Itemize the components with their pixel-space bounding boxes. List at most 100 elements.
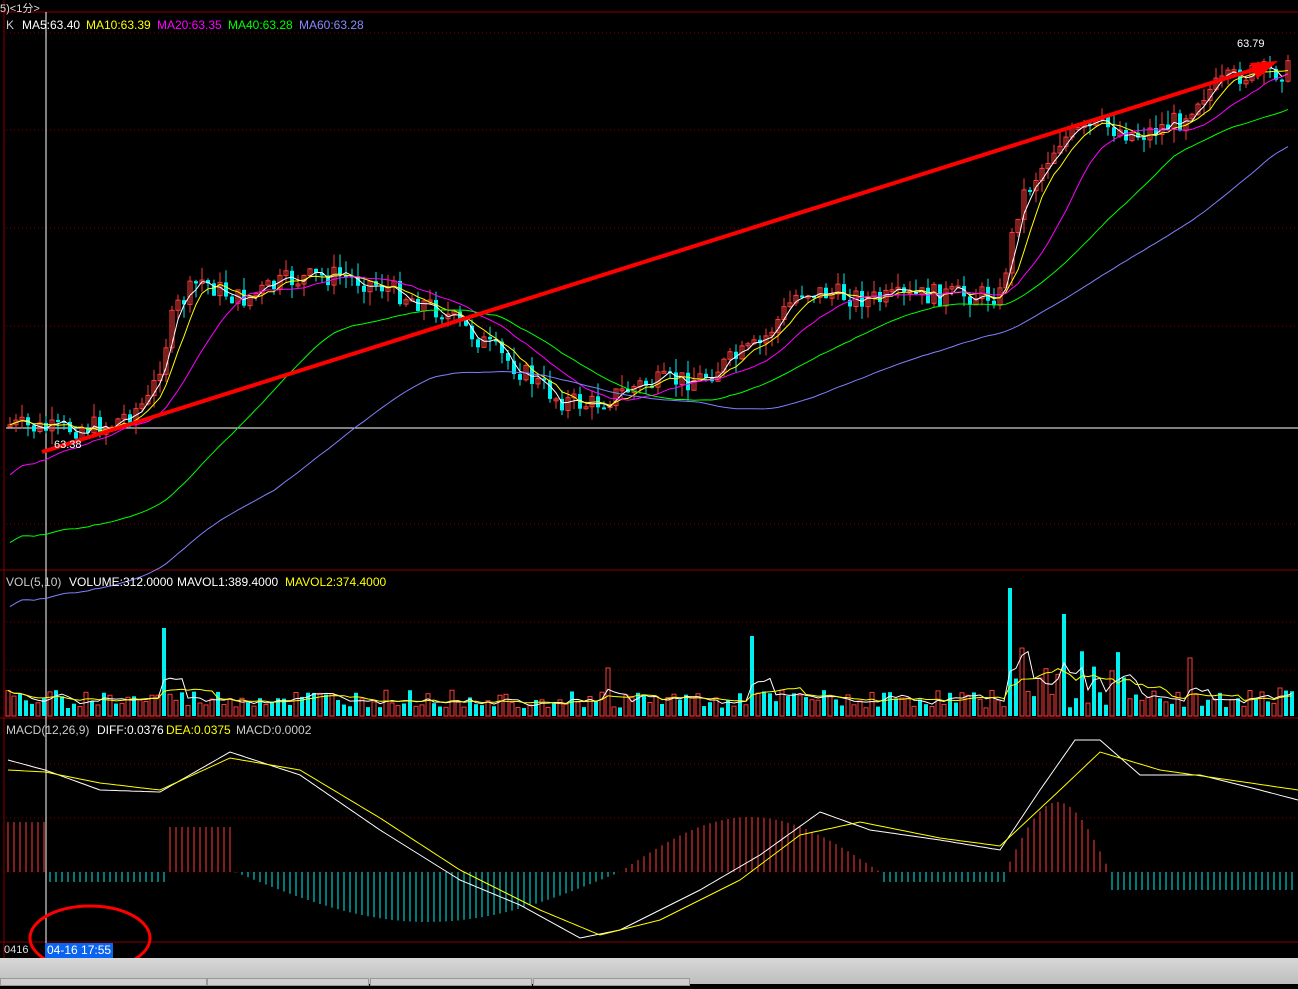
candle-down [32,425,36,432]
volume-bar-up [503,693,509,717]
volume-bar-down [840,705,844,716]
volume-bar-down [24,700,28,716]
status-tab[interactable] [0,978,207,986]
status-tab[interactable] [533,978,690,986]
volume-bar-down [768,693,772,716]
volume-bar-up [83,691,89,717]
low-price-label: 63.38 [54,439,82,451]
volume-bar-down [324,694,328,716]
volume-bar-up [983,707,989,717]
volume-bar-down [216,691,220,716]
volume-bar-up [515,707,521,717]
volume-bar-down [180,692,184,716]
volume-title: VOL(5,10) [6,575,62,589]
volume-bar-up [1163,701,1169,717]
volume-bar-up [1193,694,1199,717]
volume-bar-down [312,692,316,716]
volume-bar-down [570,691,574,716]
volume-bar-down [66,707,70,716]
period-label[interactable]: 5)<1分> [0,0,40,15]
volume-bar-up [329,693,335,717]
ma40-line [9,108,1289,544]
volume-bar-down [894,698,898,716]
volume-bar-down [90,701,94,716]
status-bar [0,958,1298,986]
volume-bar-up [1139,699,1145,717]
volume-bar-up [929,706,935,717]
volume-bar-up [797,694,803,717]
volume-bar-down [582,707,586,716]
volume-bar-up [485,700,491,717]
volume-bar-down [1134,694,1138,716]
volume-bar-up [731,705,737,717]
volume-bar-down [1008,588,1012,716]
volume-bar-up [989,689,995,717]
macd-title: MACD(12,26,9) [6,723,90,737]
ma10-legend: MA10:63.39 [86,18,151,32]
volume-bar-up [941,703,947,717]
volume-bar-down [720,707,724,716]
candle-down [440,317,444,320]
volume-value: VOLUME:312.0000 [69,575,174,589]
macd-diff: DIFF:0.0376 [97,723,164,737]
macd-dea-line [7,751,1298,936]
volume-bar-down [366,707,370,716]
candle-down [1280,79,1284,82]
macd-dea: DEA:0.0375 [166,723,231,737]
volume-bar-up [1211,698,1217,717]
volume-bar-down [408,690,412,716]
volume-bar-up [935,690,941,717]
volume-bar-up [185,705,191,717]
volume-bar-up [1187,657,1193,717]
candle-down [842,284,846,300]
volume-bar-down [594,700,598,716]
volume-bar-up [1271,702,1277,717]
volume-bar-up [461,706,467,717]
volume-bar-down [642,694,646,716]
volume-bar-up [905,697,911,717]
candle-down [488,336,492,340]
volume-bar-up [1241,705,1247,717]
volume-bar-down [492,706,496,716]
volume-bar-up [35,702,41,717]
date-axis-label: 0416 [4,944,29,956]
chart-canvas[interactable] [0,0,1298,984]
volume-bar-down [786,696,790,716]
volume-bar-down [762,691,766,716]
trend-arrow-line [41,64,1266,454]
candle-down [968,296,972,305]
volume-bar-down [1266,701,1270,716]
volume-bar-down [678,699,682,716]
volume-bar-down [1080,651,1084,716]
volume-bar-down [474,704,478,716]
volume-bar-down [54,690,58,716]
candle-down [194,281,198,284]
volume-bar-up [1043,668,1049,717]
volume-bar-up [977,698,983,717]
volume-bar-up [95,704,101,717]
volume-bar-down [1206,699,1210,716]
status-tab[interactable] [207,978,369,986]
candle-down [1028,189,1032,192]
volume-bar-up [815,699,821,717]
volume-bar-down [1116,652,1120,716]
volume-bar-up [899,697,905,717]
volume-bar-up [995,699,1001,717]
volume-bar-up [809,699,815,717]
candle-down [860,291,864,307]
volume-bar-down [60,696,64,716]
candle-down [602,407,606,410]
status-tab[interactable] [370,978,532,986]
volume-bar-up [371,701,377,717]
volume-bar-down [948,692,952,716]
candle-down [1178,113,1182,131]
ma20-legend: MA20:63.35 [157,18,222,32]
volume-bar-up [611,706,617,717]
volume-bar-up [1151,690,1157,717]
candle-down [224,282,228,297]
candle-down [476,339,480,348]
volume-bar-up [851,704,857,717]
volume-bar-down [1224,706,1228,716]
volume-bar-down [954,702,958,716]
volume-bar-down [480,705,484,716]
